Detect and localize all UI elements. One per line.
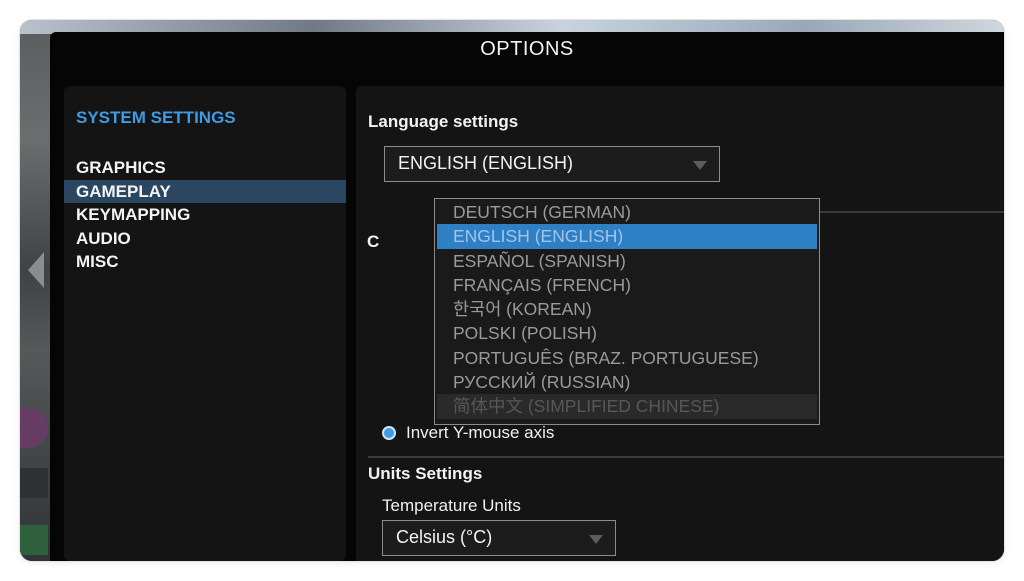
sidebar-heading: SYSTEM SETTINGS — [76, 108, 236, 127]
temperature-units-select[interactable]: Celsius (°C) — [382, 520, 616, 556]
chevron-down-icon — [693, 161, 707, 170]
section-divider — [368, 456, 1004, 458]
options-dialog: OPTIONS SYSTEM SETTINGS GRAPHICS GAMEPLA… — [50, 32, 1004, 561]
sidebar-item-gameplay[interactable]: GAMEPLAY — [64, 179, 346, 203]
controls-section-title: C — [367, 232, 380, 251]
chevron-down-icon — [589, 535, 603, 544]
temperature-units-label: Temperature Units — [382, 496, 521, 515]
units-section-title: Units Settings — [368, 464, 483, 483]
background-blob — [20, 468, 48, 498]
language-option-portuguese[interactable]: PORTUGUÊS (BRAZ. PORTUGUESE) — [437, 346, 817, 370]
dialog-title: OPTIONS — [480, 38, 574, 60]
sidebar-nav: GRAPHICS GAMEPLAY KEYMAPPING AUDIO MISC — [64, 156, 346, 274]
background-arrow-icon — [28, 252, 44, 288]
screenshot-frame: OPTIONS SYSTEM SETTINGS GRAPHICS GAMEPLA… — [20, 20, 1004, 561]
language-select-value: ENGLISH (ENGLISH) — [398, 153, 574, 173]
sidebar-item-misc[interactable]: MISC — [64, 250, 346, 274]
invert-y-label: Invert Y-mouse axis — [406, 423, 555, 442]
sidebar-item-graphics[interactable]: GRAPHICS — [64, 156, 346, 180]
invert-y-option[interactable]: Invert Y-mouse axis — [382, 423, 554, 443]
settings-content: Language settings ENGLISH (ENGLISH) C In… — [356, 86, 1004, 561]
language-dropdown-list[interactable]: DEUTSCH (GERMAN) ENGLISH (ENGLISH) ESPAÑ… — [434, 198, 820, 425]
language-option-french[interactable]: FRANÇAIS (FRENCH) — [437, 273, 817, 297]
language-option-english[interactable]: ENGLISH (ENGLISH) — [437, 224, 817, 249]
sidebar-item-keymapping[interactable]: KEYMAPPING — [64, 203, 346, 227]
language-section-title: Language settings — [368, 112, 519, 131]
temperature-select-value: Celsius (°C) — [396, 527, 493, 547]
language-option-korean[interactable]: 한국어 (KOREAN) — [437, 297, 817, 321]
invert-y-radio[interactable] — [382, 426, 396, 440]
language-option-polish[interactable]: POLSKI (POLISH) — [437, 321, 817, 345]
sidebar-item-audio[interactable]: AUDIO — [64, 227, 346, 251]
language-select[interactable]: ENGLISH (ENGLISH) — [384, 146, 720, 182]
background-blob — [20, 525, 48, 555]
language-option-chinese[interactable]: 简体中文 (SIMPLIFIED CHINESE) — [437, 394, 817, 419]
language-option-german[interactable]: DEUTSCH (GERMAN) — [437, 200, 817, 224]
settings-sidebar: SYSTEM SETTINGS GRAPHICS GAMEPLAY KEYMAP… — [64, 86, 346, 561]
language-option-russian[interactable]: РУССКИЙ (RUSSIAN) — [437, 370, 817, 394]
language-option-spanish[interactable]: ESPAÑOL (SPANISH) — [437, 249, 817, 273]
